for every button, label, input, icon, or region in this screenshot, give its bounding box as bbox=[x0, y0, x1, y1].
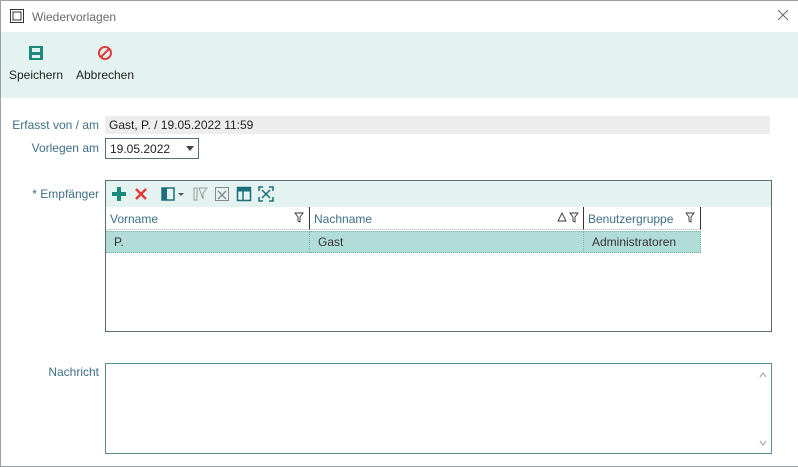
cell-benutzergruppe[interactable]: Administratoren bbox=[584, 231, 701, 253]
scrollbar[interactable] bbox=[755, 364, 771, 453]
nachricht-label: Nachricht bbox=[48, 365, 99, 379]
delete-icon[interactable] bbox=[133, 186, 149, 202]
cancel-icon bbox=[98, 46, 112, 60]
column-header-label: Vorname bbox=[110, 212, 159, 226]
clear-sort-icon[interactable] bbox=[214, 186, 230, 202]
close-icon[interactable] bbox=[772, 6, 794, 26]
plus-icon[interactable] bbox=[111, 186, 127, 202]
empfaenger-label: * Empfänger bbox=[32, 187, 99, 201]
column-header-vorname[interactable]: Vorname bbox=[106, 207, 310, 230]
grid-toolbar bbox=[106, 181, 771, 207]
window-title: Wiedervorlagen bbox=[32, 10, 117, 24]
ribbon-toolbar: Speichern Abbrechen bbox=[1, 32, 798, 98]
vorlegen-label: Vorlegen am bbox=[31, 141, 99, 155]
cancel-button[interactable]: Abbrechen bbox=[75, 45, 135, 82]
cell-nachname[interactable]: Gast bbox=[310, 231, 584, 253]
title-bar: Wiedervorlagen bbox=[1, 1, 798, 32]
scroll-down-icon[interactable] bbox=[759, 439, 767, 447]
cell-text: Gast bbox=[318, 235, 344, 249]
recipients-grid: Vorname Nachname Benutzergruppe P. Gast … bbox=[105, 180, 772, 332]
scroll-up-icon[interactable] bbox=[759, 371, 767, 379]
sort-ascending-icon bbox=[557, 212, 567, 222]
column-header-benutzergruppe[interactable]: Benutzergruppe bbox=[584, 207, 701, 230]
cell-text: P. bbox=[114, 235, 124, 249]
erfasst-value: Gast, P. / 19.05.2022 11:59 bbox=[109, 118, 254, 132]
erfasst-label: Erfasst von / am bbox=[12, 118, 99, 132]
layout-icon[interactable] bbox=[236, 186, 252, 202]
column-header-label: Nachname bbox=[314, 212, 373, 226]
erfasst-field: Gast, P. / 19.05.2022 11:59 bbox=[105, 116, 770, 134]
cell-text: Administratoren bbox=[592, 235, 677, 249]
vorlegen-date-picker[interactable]: 19.05.2022 bbox=[105, 138, 199, 159]
column-header-nachname[interactable]: Nachname bbox=[310, 207, 584, 230]
dialog-window: Wiedervorlagen Speichern Abbrechen Erfas… bbox=[0, 0, 798, 467]
filter-icon[interactable] bbox=[294, 212, 304, 223]
fit-columns-icon[interactable] bbox=[258, 186, 274, 202]
app-icon bbox=[10, 9, 24, 23]
clear-filter-icon[interactable] bbox=[192, 186, 208, 202]
filter-icon[interactable] bbox=[569, 212, 579, 223]
vorlegen-value: 19.05.2022 bbox=[110, 142, 171, 156]
cell-vorname[interactable]: P. bbox=[106, 231, 310, 253]
column-header-label: Benutzergruppe bbox=[588, 212, 674, 226]
message-textarea[interactable] bbox=[105, 363, 772, 454]
column-chooser-icon[interactable] bbox=[161, 186, 185, 202]
save-icon bbox=[29, 46, 43, 60]
cancel-button-label: Abbrechen bbox=[75, 68, 135, 82]
filter-icon[interactable] bbox=[685, 212, 695, 223]
save-button-label: Speichern bbox=[9, 68, 64, 82]
chevron-down-icon[interactable] bbox=[186, 146, 194, 151]
save-button[interactable]: Speichern bbox=[9, 45, 63, 82]
